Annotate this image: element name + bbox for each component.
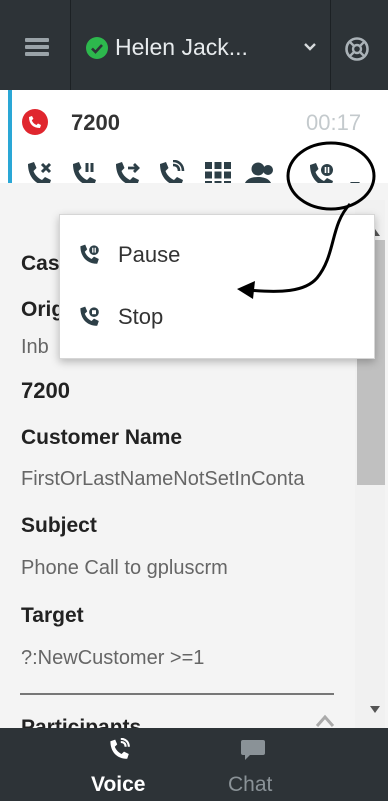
annotation-circle bbox=[286, 141, 376, 211]
annotation-arrow-head bbox=[237, 281, 255, 299]
voice-tab[interactable]: Voice bbox=[91, 773, 145, 797]
annotation-arrow bbox=[247, 202, 352, 293]
annotation-overlay bbox=[237, 141, 376, 299]
chat-tab-icon[interactable] bbox=[240, 739, 266, 766]
bottom-nav bbox=[0, 728, 388, 801]
chat-tab[interactable]: Chat bbox=[228, 773, 272, 797]
voice-tab-icon[interactable] bbox=[108, 737, 132, 767]
